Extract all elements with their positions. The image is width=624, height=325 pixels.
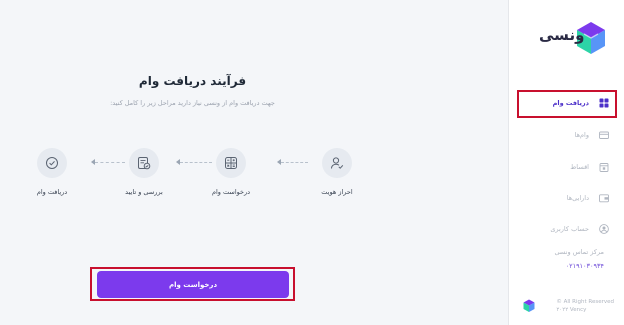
user-check-icon	[331, 157, 344, 169]
grid-calculator-icon	[225, 157, 237, 169]
main-content: فرآیند دریافت وام جهت دریافت وام از ونسی…	[0, 0, 508, 325]
sidebar-item-installments[interactable]: اقساط	[517, 156, 617, 178]
check-circle-icon	[46, 157, 58, 169]
copyright-line: ۲۰۲۲ Vency	[556, 307, 587, 313]
copyright-line: © All Right Reserved	[556, 299, 614, 305]
sidebar-item-account[interactable]: حساب کاربری	[517, 218, 617, 240]
step-connector	[277, 158, 308, 165]
vency-small-logo-icon	[523, 299, 535, 312]
calendar-icon	[599, 162, 609, 172]
step-circle	[37, 148, 67, 178]
step-circle	[322, 148, 352, 178]
sidebar-item-label: اقساط	[570, 163, 589, 171]
arrow-left-icon	[91, 158, 95, 165]
step-identity-verification: احراز هویت	[302, 148, 372, 196]
loan-request-button[interactable]: درخواست وام	[97, 271, 289, 298]
step-review-approval: بررسی و تایید	[109, 148, 179, 196]
sidebar-item-get-loan[interactable]: دریافت وام	[517, 92, 617, 114]
sidebar-item-label: حساب کاربری	[550, 225, 589, 233]
sidebar-item-loans[interactable]: وام‌ها	[517, 124, 617, 146]
step-label: درخواست وام	[211, 188, 251, 196]
sidebar-item-label: دریافت وام	[552, 99, 589, 107]
copyright-text: © All Right Reserved ۲۰۲۲ Vency	[556, 298, 614, 314]
sidebar: ونسی دریافت وام وام‌ها اقساط	[508, 0, 624, 325]
contact-center-label: مرکز تماس ونسی	[554, 248, 604, 256]
arrow-left-icon	[277, 158, 281, 165]
step-label: بررسی و تایید	[125, 188, 163, 196]
step-label: دریافت وام	[36, 188, 68, 196]
step-circle	[129, 148, 159, 178]
sidebar-item-assets[interactable]: دارایی‌ها	[517, 187, 617, 209]
step-circle	[216, 148, 246, 178]
dashboard-icon	[599, 98, 609, 108]
page-title: فرآیند دریافت وام	[138, 74, 247, 88]
card-icon	[599, 130, 609, 140]
document-check-icon	[138, 157, 151, 170]
step-label: احراز هویت	[321, 188, 353, 196]
step-loan-request: درخواست وام	[196, 148, 266, 196]
wallet-icon	[599, 193, 609, 203]
logo-text: ونسی	[539, 26, 585, 44]
step-connector	[176, 158, 212, 165]
user-icon	[599, 224, 609, 234]
contact-phone-link[interactable]: ۰۲۱۹۱۰۳۰۹۳۴	[566, 262, 604, 270]
step-receive-loan: دریافت وام	[17, 148, 87, 196]
sidebar-item-label: دارایی‌ها	[566, 194, 589, 202]
sidebar-item-label: وام‌ها	[574, 131, 589, 139]
page-subtitle: جهت دریافت وام از ونسی نیاز دارید مراحل …	[110, 99, 275, 107]
step-connector	[91, 158, 125, 165]
